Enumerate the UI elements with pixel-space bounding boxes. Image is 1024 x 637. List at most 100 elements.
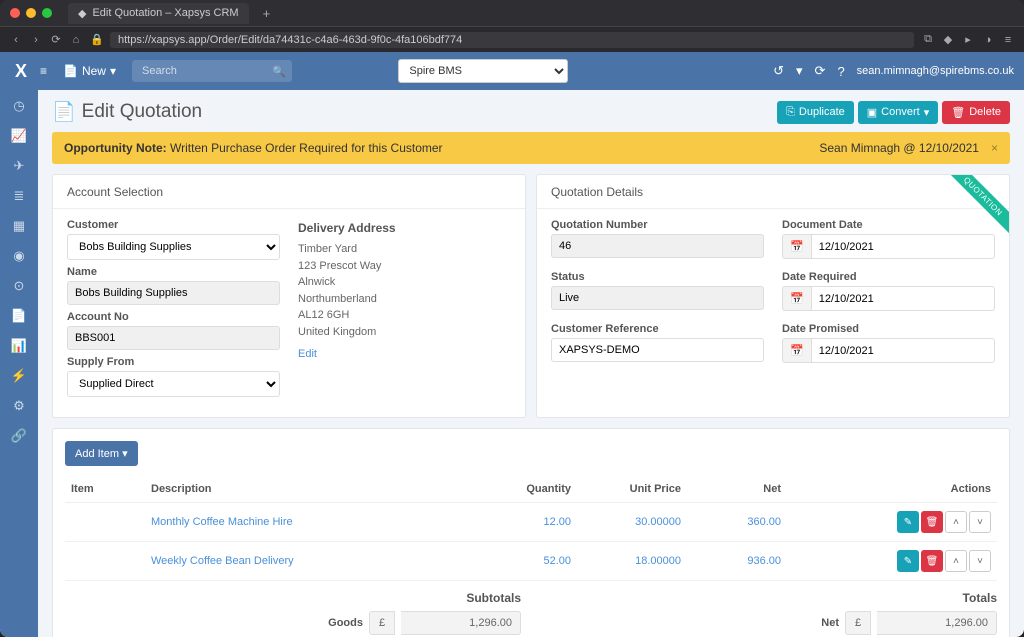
row-edit-button[interactable]: ✎ [897,511,919,533]
row-delete-button[interactable]: 🗑 [921,550,943,572]
accountno-label: Account No [67,311,280,323]
browser-urlbar: ‹ › ⟳ ⌂ 🔒 https://xapsys.app/Order/Edit/… [0,26,1024,52]
quotation-panel: QUOTATION Quotation Details Quotation Nu… [536,174,1010,418]
window-minimize-icon[interactable] [26,8,36,18]
cell-net[interactable]: 936.00 [687,542,787,581]
opportunity-note: Opportunity Note: Written Purchase Order… [52,132,1010,164]
calendar-icon[interactable]: 📅 [782,338,811,363]
tab-favicon: ◆ [78,7,86,20]
address-line: AL12 6GH [298,307,511,324]
sidebar-doc-icon[interactable]: 📄 [11,308,27,324]
extension2-icon[interactable]: ▸ [962,33,974,46]
sidebar-bars-icon[interactable]: 📊 [11,338,27,354]
sidebar-building-icon[interactable]: ▦ [11,218,27,234]
totals-header: Totals [541,591,997,605]
delete-button[interactable]: 🗑Delete [942,101,1010,124]
th-item: Item [65,476,145,503]
tab-title: Edit Quotation – Xapsys CRM [92,7,238,19]
cell-quantity[interactable]: 12.00 [487,503,577,542]
window-maximize-icon[interactable] [42,8,52,18]
qnumber-input [551,234,764,258]
status-label: Status [551,271,764,283]
cell-unitprice[interactable]: 30.00000 [577,503,687,542]
history-icon[interactable]: ↺ [773,63,784,79]
alert-prefix: Opportunity Note: [64,141,167,155]
extension3-icon[interactable]: ◑ [982,34,994,46]
sidebar-toggle-icon[interactable]: ≡ [40,64,47,78]
cell-description[interactable]: Weekly Coffee Bean Delivery [145,542,487,581]
shield-icon[interactable]: ◆ [942,33,954,46]
cell-description[interactable]: Monthly Coffee Machine Hire [145,503,487,542]
calendar-icon[interactable]: 📅 [782,286,811,311]
app-logo[interactable]: X [10,61,32,82]
help-icon[interactable]: ? [837,64,844,79]
cell-quantity[interactable]: 52.00 [487,542,577,581]
nav-home-icon[interactable]: ⌂ [70,34,82,46]
address-line: Alnwick [298,274,511,291]
duplicate-button[interactable]: ⎘Duplicate [777,101,854,124]
alert-text: Written Purchase Order Required for this… [170,141,443,155]
table-row: Monthly Coffee Machine Hire 12.00 30.000… [65,503,997,542]
search-input[interactable] [132,60,292,82]
sidebar-dashboard-icon[interactable]: ◷ [11,98,27,114]
copy-icon: ⎘ [786,106,795,119]
cell-item[interactable] [65,503,145,542]
menu-icon[interactable]: ≡ [1002,34,1014,46]
customer-select[interactable]: Bobs Building Supplies [67,234,280,260]
subtotals-header: Subtotals [65,591,521,605]
nav-back-icon[interactable]: ‹ [10,34,22,46]
nav-forward-icon[interactable]: › [30,34,42,46]
daterequired-input[interactable] [811,286,995,311]
sidebar-bulb-icon[interactable]: ◉ [11,248,27,264]
datepromised-input[interactable] [811,338,995,363]
new-button[interactable]: 📄 New ▾ [55,60,124,82]
row-edit-button[interactable]: ✎ [897,550,919,572]
row-up-button[interactable]: ˄ [945,550,967,572]
sidebar-gear-icon[interactable]: ⚙ [11,398,27,414]
chevron-down-icon[interactable]: ▾ [796,63,803,79]
search-icon[interactable]: 🔍 [272,65,286,78]
nav-reload-icon[interactable]: ⟳ [50,33,62,46]
row-delete-button[interactable]: 🗑 [921,511,943,533]
row-up-button[interactable]: ˄ [945,511,967,533]
name-input [67,281,280,305]
extensions-icon[interactable]: ⧉ [922,33,934,46]
sidebar: ◷ 📈 ✈ ≣ ▦ ◉ ⊙ 📄 📊 ⚡ ⚙ 🔗 [0,90,38,637]
page-header: 📄 Edit Quotation ⎘Duplicate ▣Convert▾ 🗑D… [52,100,1010,124]
alert-close-icon[interactable]: × [991,141,998,155]
new-tab-button[interactable]: + [263,6,271,21]
daterequired-label: Date Required [782,271,995,283]
add-item-button[interactable]: Add Item ▾ [65,441,138,466]
chevron-down-icon: ▾ [924,106,930,119]
sidebar-list-icon[interactable]: ≣ [11,188,27,204]
sidebar-target-icon[interactable]: ⊙ [11,278,27,294]
url-input[interactable]: https://xapsys.app/Order/Edit/da74431c-c… [110,32,914,48]
cell-net[interactable]: 360.00 [687,503,787,542]
goods-value: 1,296.00 [401,611,521,635]
custref-input[interactable] [551,338,764,362]
row-down-button[interactable]: ˅ [969,550,991,572]
cell-unitprice[interactable]: 18.00000 [577,542,687,581]
calendar-icon[interactable]: 📅 [782,234,811,259]
user-email[interactable]: sean.mimnagh@spirebms.co.uk [857,65,1014,77]
address-line: Timber Yard [298,241,511,258]
status-input [551,286,764,310]
edit-address-link[interactable]: Edit [298,346,317,363]
convert-button[interactable]: ▣Convert▾ [858,101,938,124]
sidebar-link-icon[interactable]: 🔗 [11,428,27,444]
sidebar-send-icon[interactable]: ✈ [11,158,27,174]
browser-tab[interactable]: ◆ Edit Quotation – Xapsys CRM [68,3,249,24]
sidebar-charts-icon[interactable]: 📈 [11,128,27,144]
cell-item[interactable] [65,542,145,581]
supplyfrom-select[interactable]: Supplied Direct [67,371,280,397]
file-icon: 📄 [63,64,78,78]
items-section: Add Item ▾ Item Description Quantity Uni… [52,428,1010,637]
address-line: 123 Prescot Way [298,258,511,275]
refresh-icon[interactable]: ⟳ [815,63,826,79]
chevron-down-icon: ▾ [122,448,128,460]
row-down-button[interactable]: ˅ [969,511,991,533]
delivery-address-block: Delivery Address Timber Yard 123 Prescot… [298,219,511,403]
window-close-icon[interactable] [10,8,20,18]
org-selector[interactable]: Spire BMS [398,59,568,83]
sidebar-plug-icon[interactable]: ⚡ [11,368,27,384]
